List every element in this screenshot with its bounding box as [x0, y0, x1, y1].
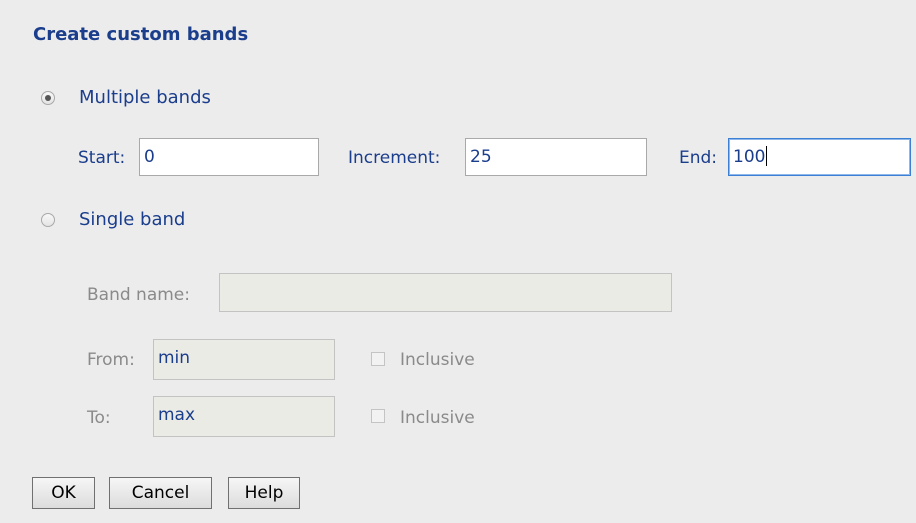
to-inclusive-checkbox[interactable] [371, 409, 385, 423]
increment-field[interactable]: 25 [465, 138, 647, 176]
to-label: To: [87, 408, 111, 428]
to-value: max [158, 405, 196, 425]
from-inclusive-label[interactable]: Inclusive [400, 350, 475, 370]
from-inclusive-checkbox[interactable] [371, 352, 385, 366]
radio-selected-dot [45, 95, 51, 101]
end-value: 100 [733, 147, 766, 167]
ok-button[interactable]: OK [32, 477, 95, 509]
band-name-label: Band name: [87, 285, 190, 305]
band-name-field[interactable] [219, 273, 672, 312]
from-field[interactable]: min [153, 339, 335, 380]
text-caret [766, 146, 768, 166]
to-field[interactable]: max [153, 396, 335, 437]
increment-value: 25 [470, 147, 492, 167]
start-value: 0 [144, 147, 155, 167]
increment-label: Increment: [348, 148, 441, 168]
start-field[interactable]: 0 [139, 138, 319, 176]
from-value: min [158, 348, 191, 368]
cancel-button[interactable]: Cancel [109, 477, 212, 509]
dialog-title: Create custom bands [33, 24, 249, 45]
from-label: From: [87, 350, 135, 370]
multiple-bands-radio[interactable] [41, 91, 55, 105]
single-band-radio[interactable] [41, 213, 55, 227]
end-label: End: [679, 148, 718, 168]
to-inclusive-label[interactable]: Inclusive [400, 408, 475, 428]
start-label: Start: [78, 148, 126, 168]
end-field[interactable]: 100 [728, 138, 911, 176]
multiple-bands-label[interactable]: Multiple bands [79, 87, 211, 108]
single-band-label[interactable]: Single band [79, 209, 185, 230]
help-button[interactable]: Help [228, 477, 300, 509]
